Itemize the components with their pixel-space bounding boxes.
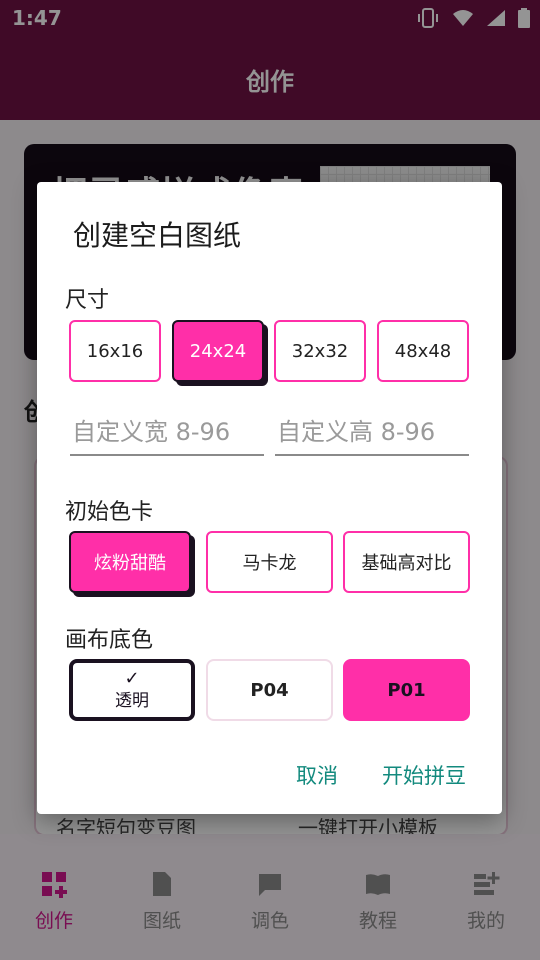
palette-label: 初始色卡 (65, 500, 154, 525)
start-button[interactable]: 开始拼豆 (382, 760, 466, 790)
size-option-24[interactable]: 24x24 (172, 320, 264, 382)
canvas-option-label: P01 (387, 679, 426, 701)
size-option-48[interactable]: 48x48 (377, 320, 469, 382)
custom-width-input[interactable] (70, 410, 264, 454)
canvas-option-transparent[interactable]: ✓ 透明 (69, 659, 195, 721)
canvas-option-p04[interactable]: P04 (206, 659, 333, 721)
custom-width-field (70, 410, 264, 456)
create-blank-pattern-dialog: 创建空白图纸 尺寸 16x16 24x24 32x32 48x48 初始色卡 炫… (37, 182, 502, 814)
palette-option-macaron[interactable]: 马卡龙 (206, 531, 333, 593)
size-option-16[interactable]: 16x16 (69, 320, 161, 382)
canvas-option-label: 透明 (115, 691, 149, 711)
custom-height-input[interactable] (275, 410, 469, 454)
canvas-option-p01[interactable]: P01 (343, 659, 470, 721)
size-label: 尺寸 (65, 288, 110, 313)
cancel-button[interactable]: 取消 (296, 760, 338, 790)
palette-option-pink[interactable]: 炫粉甜酷 (69, 531, 191, 593)
canvas-option-label: P04 (250, 679, 289, 701)
palette-option-high-contrast[interactable]: 基础高对比 (343, 531, 470, 593)
check-icon: ✓ (124, 668, 140, 689)
size-option-32[interactable]: 32x32 (274, 320, 366, 382)
custom-height-field (275, 410, 469, 456)
dialog-title: 创建空白图纸 (73, 219, 242, 252)
canvas-color-label: 画布底色 (65, 628, 154, 653)
